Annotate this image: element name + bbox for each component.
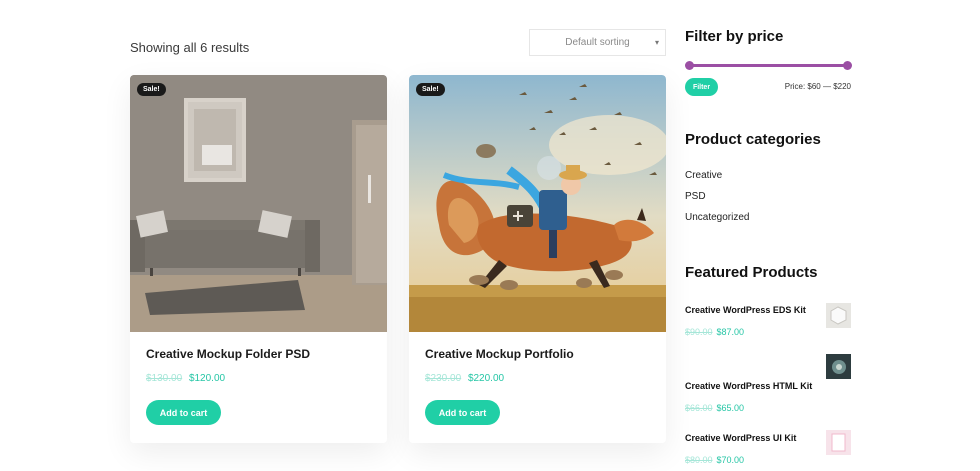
sorting-select[interactable]: Default sorting ▾	[529, 29, 666, 56]
sale-price: $65.00	[716, 403, 745, 413]
living-room-image	[130, 75, 387, 332]
old-price: $230.00	[425, 373, 462, 384]
product-title[interactable]: Creative Mockup Portfolio	[425, 347, 574, 361]
featured-product-title[interactable]: Creative WordPress EDS Kit	[685, 305, 806, 315]
filter-button[interactable]: Filter	[685, 78, 718, 96]
product-card: Sale! Creative Mockup Portfolio $230.00 …	[409, 75, 666, 443]
product-price: $230.00 $220.00	[425, 373, 504, 384]
featured-product-price: $66.00 $65.00	[685, 403, 744, 413]
featured-product-price: $90.00 $87.00	[685, 327, 744, 337]
product-price: $130.00 $120.00	[146, 373, 225, 384]
old-price: $90.00	[685, 327, 713, 337]
chevron-down-icon: ▾	[654, 38, 659, 47]
fox-rider-image	[409, 75, 666, 332]
html-kit-thumbnail	[826, 354, 851, 379]
featured-product-thumbnail[interactable]	[826, 430, 851, 455]
old-price: $80.00	[685, 455, 713, 465]
eds-kit-thumbnail	[826, 303, 851, 328]
add-to-cart-button[interactable]: Add to cart	[146, 400, 221, 425]
product-image[interactable]: Sale!	[130, 75, 387, 332]
sale-badge: Sale!	[416, 83, 445, 96]
result-count: Showing all 6 results	[130, 40, 250, 55]
featured-heading: Featured Products	[685, 264, 818, 281]
product-card: Sale! Creative Mockup Folder PSD $130.00…	[130, 75, 387, 443]
old-price: $66.00	[685, 403, 713, 413]
product-title[interactable]: Creative Mockup Folder PSD	[146, 347, 310, 361]
sale-price: $87.00	[716, 327, 745, 337]
price-slider-max-handle[interactable]	[843, 61, 852, 70]
featured-product-price: $80.00 $70.00	[685, 455, 744, 465]
sale-badge: Sale!	[137, 83, 166, 96]
add-to-cart-button[interactable]: Add to cart	[425, 400, 500, 425]
price-slider-min-handle[interactable]	[685, 61, 694, 70]
category-link[interactable]: Uncategorized	[685, 212, 749, 223]
product-image[interactable]: Sale!	[409, 75, 666, 332]
old-price: $130.00	[146, 373, 183, 384]
sale-price: $220.00	[467, 373, 505, 384]
ui-kit-thumbnail	[826, 430, 851, 455]
sidebar: Filter by price Filter Price: $60 — $220…	[685, 0, 855, 471]
category-link[interactable]: Creative	[685, 170, 722, 181]
featured-product-title[interactable]: Creative WordPress HTML Kit	[685, 381, 812, 391]
featured-product-thumbnail[interactable]	[826, 354, 851, 379]
categories-heading: Product categories	[685, 131, 821, 148]
featured-product-title[interactable]: Creative WordPress UI Kit	[685, 433, 796, 443]
sale-price: $120.00	[188, 373, 226, 384]
filter-heading: Filter by price	[685, 28, 784, 45]
price-slider-track[interactable]	[689, 64, 849, 67]
sorting-selected: Default sorting	[565, 37, 630, 48]
price-range-label: Price: $60 — $220	[784, 82, 851, 91]
featured-product-thumbnail[interactable]	[826, 303, 851, 328]
category-link[interactable]: PSD	[685, 191, 706, 202]
sale-price: $70.00	[716, 455, 745, 465]
